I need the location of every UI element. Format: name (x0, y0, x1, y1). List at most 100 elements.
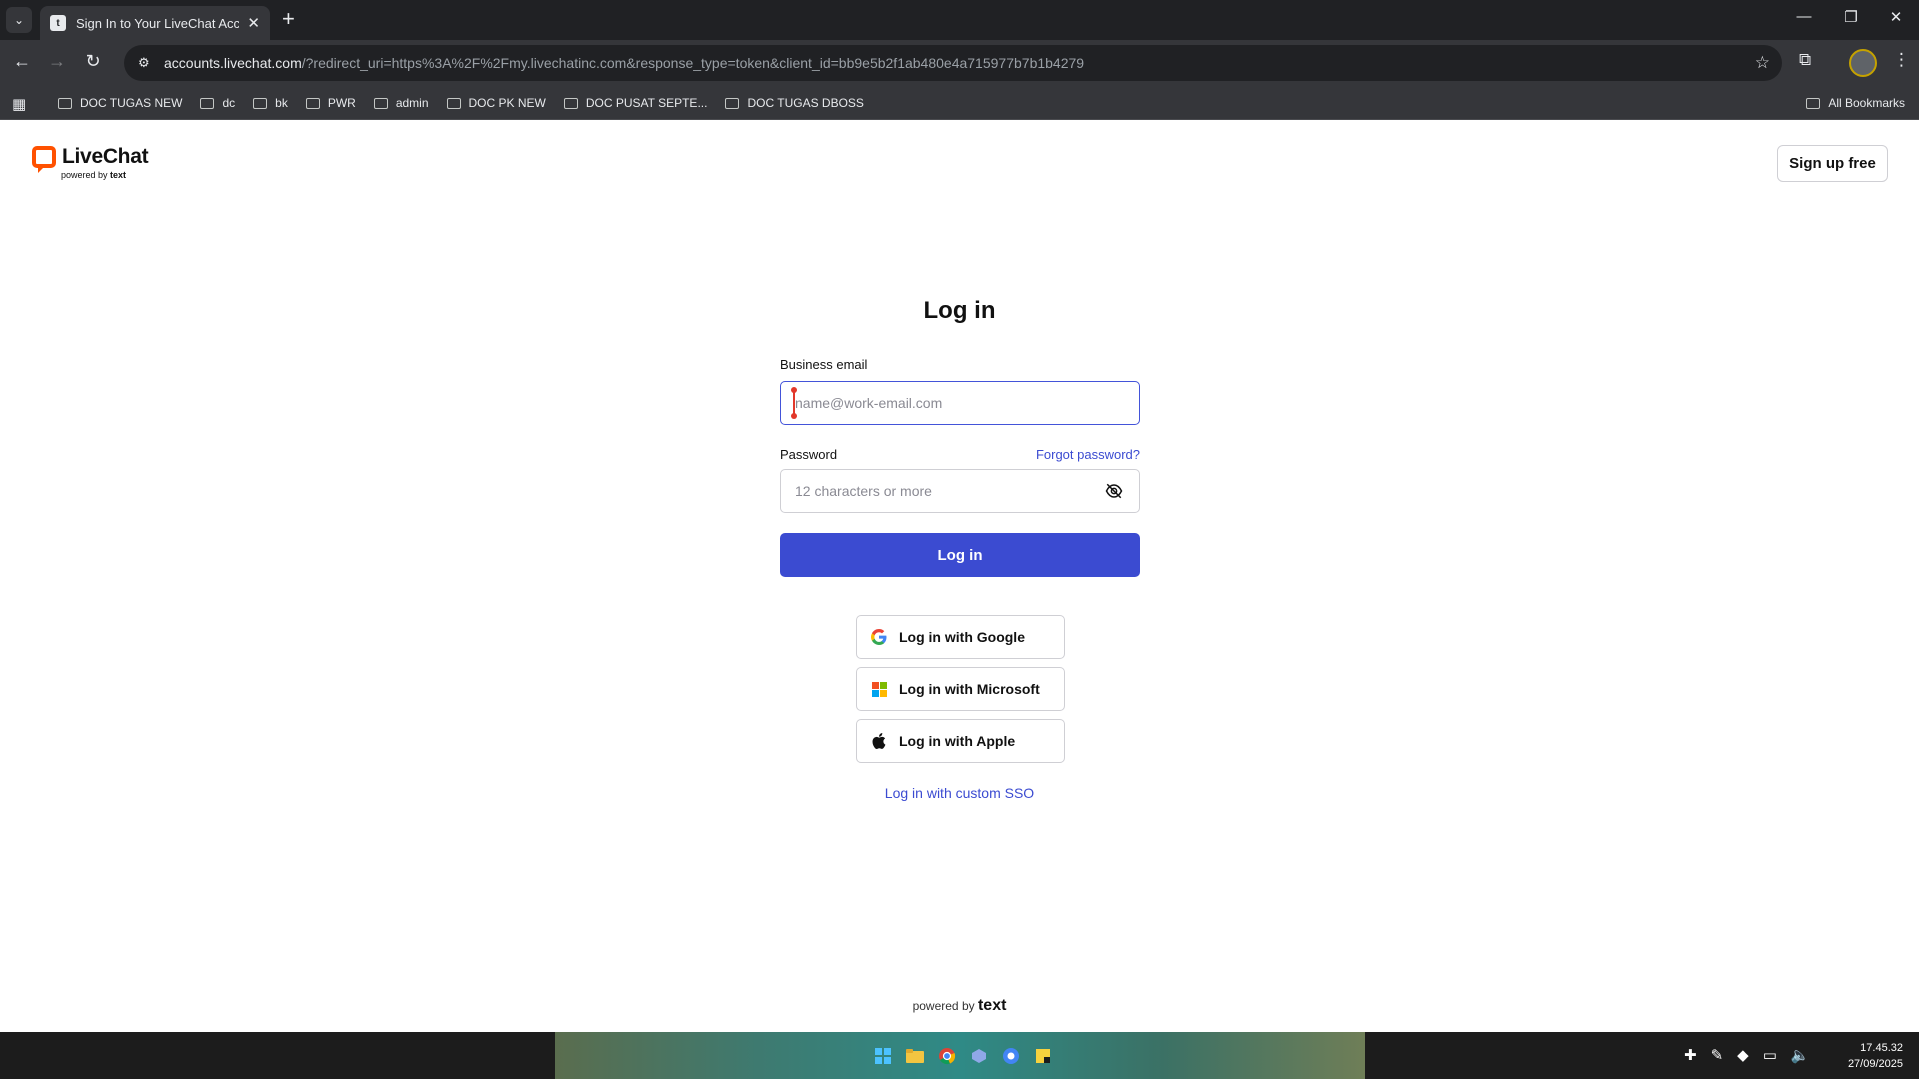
livechat-favicon-icon: t (50, 15, 66, 31)
bookmark-folder[interactable]: admin (373, 96, 429, 110)
os-taskbar: ✚ ✎ ◆ ▭ 🔈 17.45.32 27/09/2025 (0, 1032, 1919, 1079)
sso-row: Log in with custom SSO (0, 785, 1919, 803)
url-text[interactable]: accounts.livechat.com/?redirect_uri=http… (164, 55, 1084, 71)
restore-icon[interactable]: ❐ (1836, 8, 1866, 26)
footer-brand: text (977, 997, 1007, 1014)
microsoft-login-button[interactable]: Log in with Microsoft (856, 667, 1065, 711)
browser-menu-icon[interactable]: ⋮ (1893, 50, 1910, 70)
custom-sso-link[interactable]: Log in with custom SSO (885, 785, 1034, 801)
folder-icon (563, 97, 578, 109)
bookmark-folder[interactable]: DOC PK NEW (446, 96, 546, 110)
folder-icon (1806, 97, 1821, 109)
apple-login-button[interactable]: Log in with Apple (856, 719, 1065, 763)
bookmark-folder[interactable]: bk (253, 96, 288, 110)
eye-slash-icon[interactable] (1105, 482, 1123, 500)
new-tab-plus-icon[interactable]: + (282, 8, 295, 30)
system-tray: ✚ ✎ ◆ ▭ 🔈 (1684, 1046, 1824, 1064)
page-title: Log in (923, 297, 996, 324)
bookmark-folder[interactable]: DOC PUSAT SEPTE... (563, 96, 707, 110)
all-bookmarks-label: All Bookmarks (1828, 96, 1905, 110)
logo-powered-by: powered by text (61, 170, 148, 180)
address-bar[interactable]: ⚙ accounts.livechat.com/?redirect_uri=ht… (124, 45, 1782, 81)
taskbar-apps (870, 1043, 1062, 1069)
folder-icon (200, 97, 215, 109)
folder-icon (305, 97, 320, 109)
bookmark-label: PWR (327, 96, 356, 110)
password-label: Password (780, 447, 838, 462)
site-info-icon[interactable]: ⚙ (138, 55, 158, 71)
apps-grid-icon[interactable]: ▦ (12, 95, 26, 113)
sticky-notes-icon[interactable] (1030, 1043, 1056, 1069)
google-login-label: Log in with Google (899, 629, 1025, 645)
logo-brand: text (110, 170, 127, 180)
bookmark-folder[interactable]: DOC TUGAS DBOSS (725, 96, 864, 110)
logo-powered-label: powered by (61, 170, 108, 180)
folder-icon (725, 97, 740, 109)
bookmark-label: admin (395, 96, 429, 110)
bookmark-label: DOC TUGAS NEW (80, 96, 183, 110)
tab-title: Sign In to Your LiveChat Account (76, 15, 240, 31)
microsoft-login-label: Log in with Microsoft (899, 681, 1040, 697)
apple-login-label: Log in with Apple (899, 733, 1016, 749)
folder-icon (253, 97, 268, 109)
clock-date: 27/09/2025 (1847, 1058, 1903, 1070)
tab-close-icon[interactable]: ✕ (247, 14, 260, 32)
email-label: Business email (780, 357, 868, 372)
footer-powered-label: powered by (912, 999, 975, 1013)
bookmark-label: dc (222, 96, 236, 110)
microsoft-icon (871, 681, 887, 697)
bookmark-folder[interactable]: PWR (305, 96, 356, 110)
login-form: Business email Password Forgot password?… (780, 356, 1140, 577)
text-cursor (791, 387, 797, 419)
bookmark-list: DOC TUGAS NEW dc bk PWR admin DOC PK NEW… (58, 86, 882, 120)
bookmark-folder[interactable]: dc (200, 96, 235, 110)
reload-icon[interactable]: ↻ (81, 51, 105, 72)
sign-up-button[interactable]: Sign up free (1777, 145, 1888, 182)
apple-icon (871, 733, 887, 749)
all-bookmarks[interactable]: All Bookmarks (1806, 96, 1905, 110)
footer-powered-by: powered by text (0, 997, 1919, 1015)
url-host: accounts.livechat.com (164, 55, 302, 71)
windows-start-icon[interactable] (870, 1043, 896, 1069)
minimize-icon[interactable]: — (1789, 8, 1819, 25)
folder-icon (446, 97, 461, 109)
browser-tab[interactable]: t Sign In to Your LiveChat Account ✕ (40, 6, 270, 40)
extensions-puzzle-icon[interactable]: ⧉ (1799, 50, 1811, 70)
file-explorer-icon[interactable] (902, 1043, 928, 1069)
email-field[interactable] (781, 382, 1139, 424)
password-field-wrapper (780, 469, 1140, 513)
back-arrow-icon[interactable]: ← (10, 51, 34, 72)
clock-time: 17.45.32 (1860, 1042, 1903, 1054)
chrome-profile-icon[interactable] (998, 1043, 1024, 1069)
forgot-password-link[interactable]: Forgot password? (1036, 447, 1140, 462)
app-cube-icon[interactable] (966, 1043, 992, 1069)
google-login-button[interactable]: Log in with Google (856, 615, 1065, 659)
password-field[interactable] (781, 470, 1139, 512)
browser-tab-bar: ⌄ t Sign In to Your LiveChat Account ✕ +… (0, 0, 1919, 40)
login-page: LiveChat powered by text Sign up free Lo… (0, 120, 1919, 1032)
system-clock[interactable]: 17.45.32 27/09/2025 (1848, 1040, 1903, 1072)
bookmark-label: bk (275, 96, 288, 110)
url-path: /?redirect_uri=https%3A%2F%2Fmy.livechat… (301, 55, 1085, 71)
window-close-icon[interactable]: ✕ (1881, 8, 1911, 26)
cube-tray-icon[interactable]: ◆ (1737, 1046, 1749, 1064)
network-icon[interactable]: ▭ (1763, 1046, 1777, 1064)
login-submit-button[interactable]: Log in (780, 533, 1140, 577)
profile-avatar[interactable] (1849, 49, 1877, 77)
volume-icon[interactable]: 🔈 (1791, 1046, 1810, 1064)
plus-icon[interactable]: ✚ (1684, 1046, 1697, 1064)
password-label-row: Password Forgot password? (780, 447, 1140, 462)
email-field-wrapper (780, 381, 1140, 425)
bookmark-folder[interactable]: DOC TUGAS NEW (58, 96, 182, 110)
tab-search-chevron-icon[interactable]: ⌄ (6, 7, 32, 33)
livechat-logo[interactable]: LiveChat powered by text (32, 145, 149, 180)
bookmark-label: DOC PK NEW (468, 96, 546, 110)
forward-arrow-icon[interactable]: → (45, 51, 69, 72)
pen-icon[interactable]: ✎ (1711, 1046, 1724, 1064)
logo-text: LiveChat (62, 145, 149, 168)
folder-icon (373, 97, 388, 109)
bookmark-star-icon[interactable]: ☆ (1755, 53, 1770, 73)
folder-icon (58, 97, 72, 109)
livechat-bubble-icon (32, 146, 56, 173)
chrome-icon[interactable] (934, 1043, 960, 1069)
